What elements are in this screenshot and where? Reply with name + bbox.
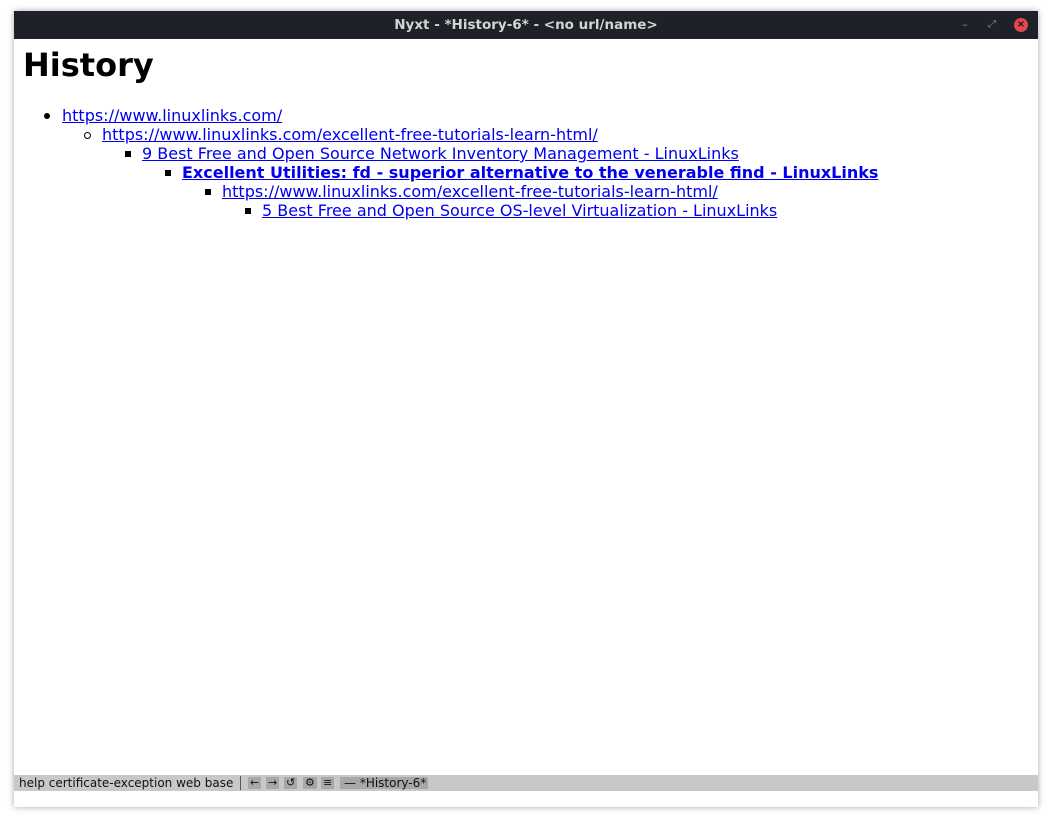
- window-title: Nyxt - *History-6* - <no url/name>: [394, 17, 658, 33]
- history-link[interactable]: https://www.linuxlinks.com/excellent-fre…: [222, 182, 718, 201]
- back-arrow-icon[interactable]: ←: [248, 777, 262, 789]
- status-divider: [240, 776, 241, 790]
- nyxt-window: Nyxt - *History-6* - <no url/name> – ⤢ ×…: [14, 11, 1038, 807]
- maximize-icon[interactable]: ⤢: [985, 18, 999, 32]
- history-node: 5 Best Free and Open Source OS-level Vir…: [14, 201, 878, 220]
- page-content: History https://www.linuxlinks.com/ http…: [14, 39, 1038, 775]
- minimize-icon[interactable]: –: [958, 18, 972, 32]
- history-node-current: Excellent Utilities: fd - superior alter…: [14, 163, 878, 182]
- execute-command-icon[interactable]: ⚙: [303, 777, 317, 789]
- bullet-square-icon: [125, 151, 131, 157]
- buffer-tab[interactable]: — *History-6*: [340, 777, 429, 789]
- bullet-disc-icon: [44, 113, 50, 119]
- history-link[interactable]: 9 Best Free and Open Source Network Inve…: [142, 144, 739, 163]
- modes-indicator[interactable]: help certificate-exception web base: [19, 775, 233, 791]
- page-title: History: [23, 46, 154, 84]
- history-node: https://www.linuxlinks.com/excellent-fre…: [14, 125, 878, 144]
- history-link-current[interactable]: Excellent Utilities: fd - superior alter…: [182, 163, 878, 182]
- history-node: https://www.linuxlinks.com/excellent-fre…: [14, 182, 878, 201]
- history-link[interactable]: https://www.linuxlinks.com/excellent-fre…: [102, 125, 598, 144]
- history-link[interactable]: https://www.linuxlinks.com/: [62, 106, 282, 125]
- buffer-menu-icon[interactable]: ≡: [321, 777, 335, 789]
- reload-icon[interactable]: ↺: [284, 777, 298, 789]
- forward-arrow-icon[interactable]: →: [266, 777, 280, 789]
- status-bar: help certificate-exception web base ← → …: [14, 775, 1038, 791]
- bullet-square-icon: [245, 208, 251, 214]
- history-link[interactable]: 5 Best Free and Open Source OS-level Vir…: [262, 201, 777, 220]
- close-icon[interactable]: ×: [1014, 18, 1028, 32]
- history-node: 9 Best Free and Open Source Network Inve…: [14, 144, 878, 163]
- bullet-square-icon: [205, 189, 211, 195]
- bullet-circle-icon: [84, 132, 91, 139]
- bullet-square-icon: [165, 170, 171, 176]
- history-node: https://www.linuxlinks.com/: [14, 106, 878, 125]
- title-bar[interactable]: Nyxt - *History-6* - <no url/name> – ⤢ ×: [14, 11, 1038, 39]
- history-tree: https://www.linuxlinks.com/ https://www.…: [14, 106, 878, 220]
